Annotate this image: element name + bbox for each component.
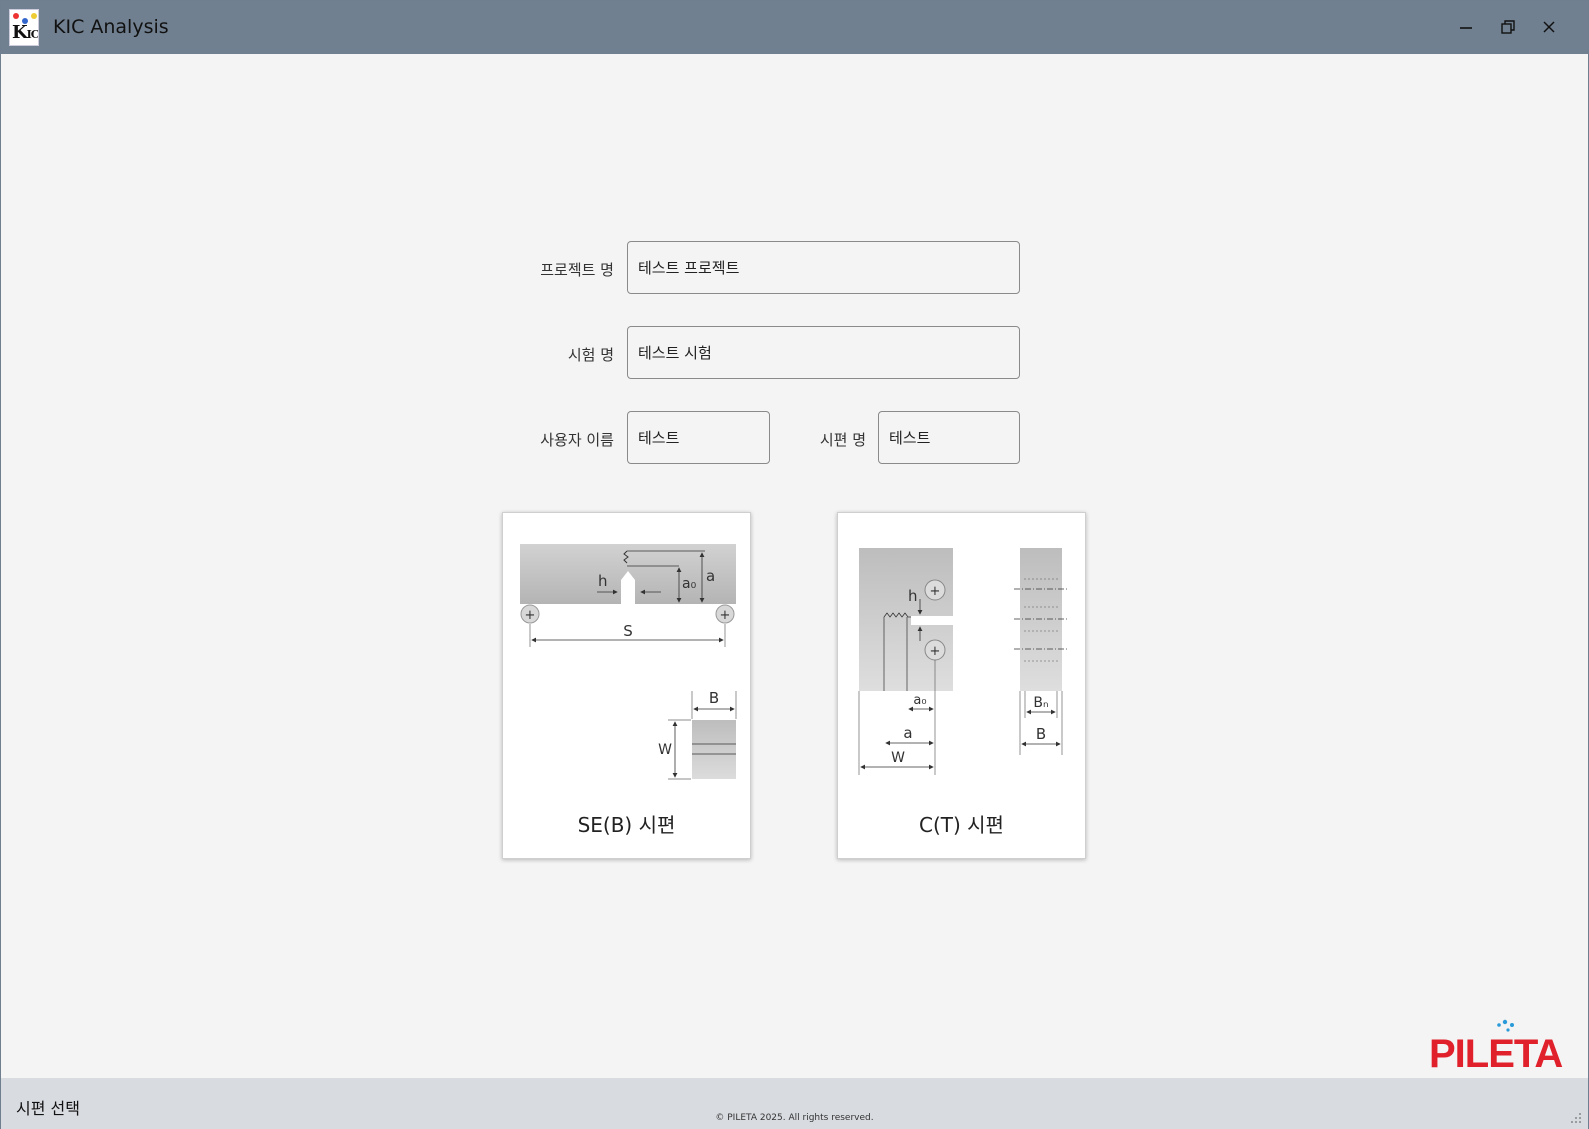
ct-specimen-diagram: + + h a₀ a W Bₙ B xyxy=(858,548,1068,775)
seb-w-label: W xyxy=(658,742,672,758)
seb-s-label: S xyxy=(623,622,633,640)
svg-text:+: + xyxy=(930,584,941,599)
copyright-text: © PILETA 2025. All rights reserved. xyxy=(715,1113,874,1123)
seb-a0-label: a₀ xyxy=(682,576,697,592)
ct-b-label: B xyxy=(1036,725,1046,743)
status-bar: 시편 선택 © PILETA 2025. All rights reserved… xyxy=(1,1078,1588,1129)
user-name-input[interactable] xyxy=(627,411,770,464)
resize-grip-icon[interactable] xyxy=(1570,1112,1582,1124)
project-name-label: 프로젝트 명 xyxy=(540,261,614,279)
ct-specimen-caption: C(T) 시편 xyxy=(919,813,1004,837)
svg-text:+: + xyxy=(525,608,536,623)
svg-text:+: + xyxy=(930,644,941,659)
specimen-name-label: 시편 명 xyxy=(819,431,866,449)
seb-h-label: h xyxy=(598,572,608,590)
maximize-button[interactable] xyxy=(1491,11,1525,43)
close-button[interactable] xyxy=(1532,11,1566,43)
test-name-input[interactable] xyxy=(627,326,1020,379)
app-window: KIC KIC Analysis 프로젝트 명 시험 명 사용자 이름 시편 명 xyxy=(0,0,1589,1129)
svg-text:+: + xyxy=(720,608,731,623)
pileta-logo-text: PILETA xyxy=(1429,1032,1562,1071)
seb-specimen-card[interactable]: a₀ a h + + S B W SE(B) 시편 xyxy=(502,512,751,859)
user-name-label: 사용자 이름 xyxy=(540,431,614,449)
close-icon xyxy=(1543,21,1555,33)
ct-bn-label: Bₙ xyxy=(1033,695,1048,711)
restore-icon xyxy=(1501,20,1515,34)
seb-a-label: a xyxy=(706,567,715,585)
seb-specimen-caption: SE(B) 시편 xyxy=(577,813,676,837)
specimen-name-input[interactable] xyxy=(878,411,1020,464)
minimize-button[interactable] xyxy=(1449,11,1483,43)
title-bar[interactable]: KIC KIC Analysis xyxy=(1,1,1588,54)
ct-h-label: h xyxy=(908,587,918,605)
seb-b-label: B xyxy=(709,689,719,707)
ct-w-label: W xyxy=(891,750,905,766)
ct-a-label: a xyxy=(903,724,912,742)
window-title: KIC Analysis xyxy=(53,16,169,38)
pileta-logo: PILETA xyxy=(1429,1019,1563,1071)
app-logo-icon: KIC xyxy=(9,9,39,46)
project-name-input[interactable] xyxy=(627,241,1020,294)
minimize-icon xyxy=(1460,27,1472,29)
seb-specimen-diagram: a₀ a h + + S B W xyxy=(520,544,737,780)
ct-a0-label: a₀ xyxy=(913,693,926,708)
ct-specimen-card[interactable]: + + h a₀ a W Bₙ B C(T) 시편 xyxy=(837,512,1086,859)
test-name-label: 시험 명 xyxy=(567,346,614,364)
